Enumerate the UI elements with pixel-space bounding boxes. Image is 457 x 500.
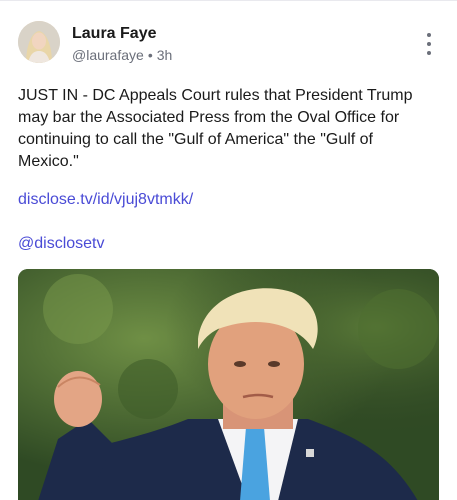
more-dot xyxy=(427,42,431,46)
post-text: JUST IN - DC Appeals Court rules that Pr… xyxy=(18,87,413,170)
author-meta: @laurafaye • 3h xyxy=(72,47,172,63)
post-image[interactable] xyxy=(18,269,439,500)
author-handle[interactable]: @laurafaye xyxy=(72,47,144,63)
more-dot xyxy=(427,51,431,55)
more-dot xyxy=(427,33,431,37)
more-options-icon[interactable] xyxy=(425,33,433,55)
meta-separator: • xyxy=(147,47,153,63)
post-mention[interactable]: @disclosetv xyxy=(18,235,105,253)
author-name[interactable]: Laura Faye xyxy=(72,25,156,43)
avatar[interactable] xyxy=(18,21,60,63)
post-time: 3h xyxy=(156,47,173,63)
post-card: Laura Faye @laurafaye • 3h JUST IN - DC Ap… xyxy=(0,0,457,500)
post-link[interactable]: disclose.tv/id/vjuj8vtmkk/ xyxy=(18,191,193,209)
